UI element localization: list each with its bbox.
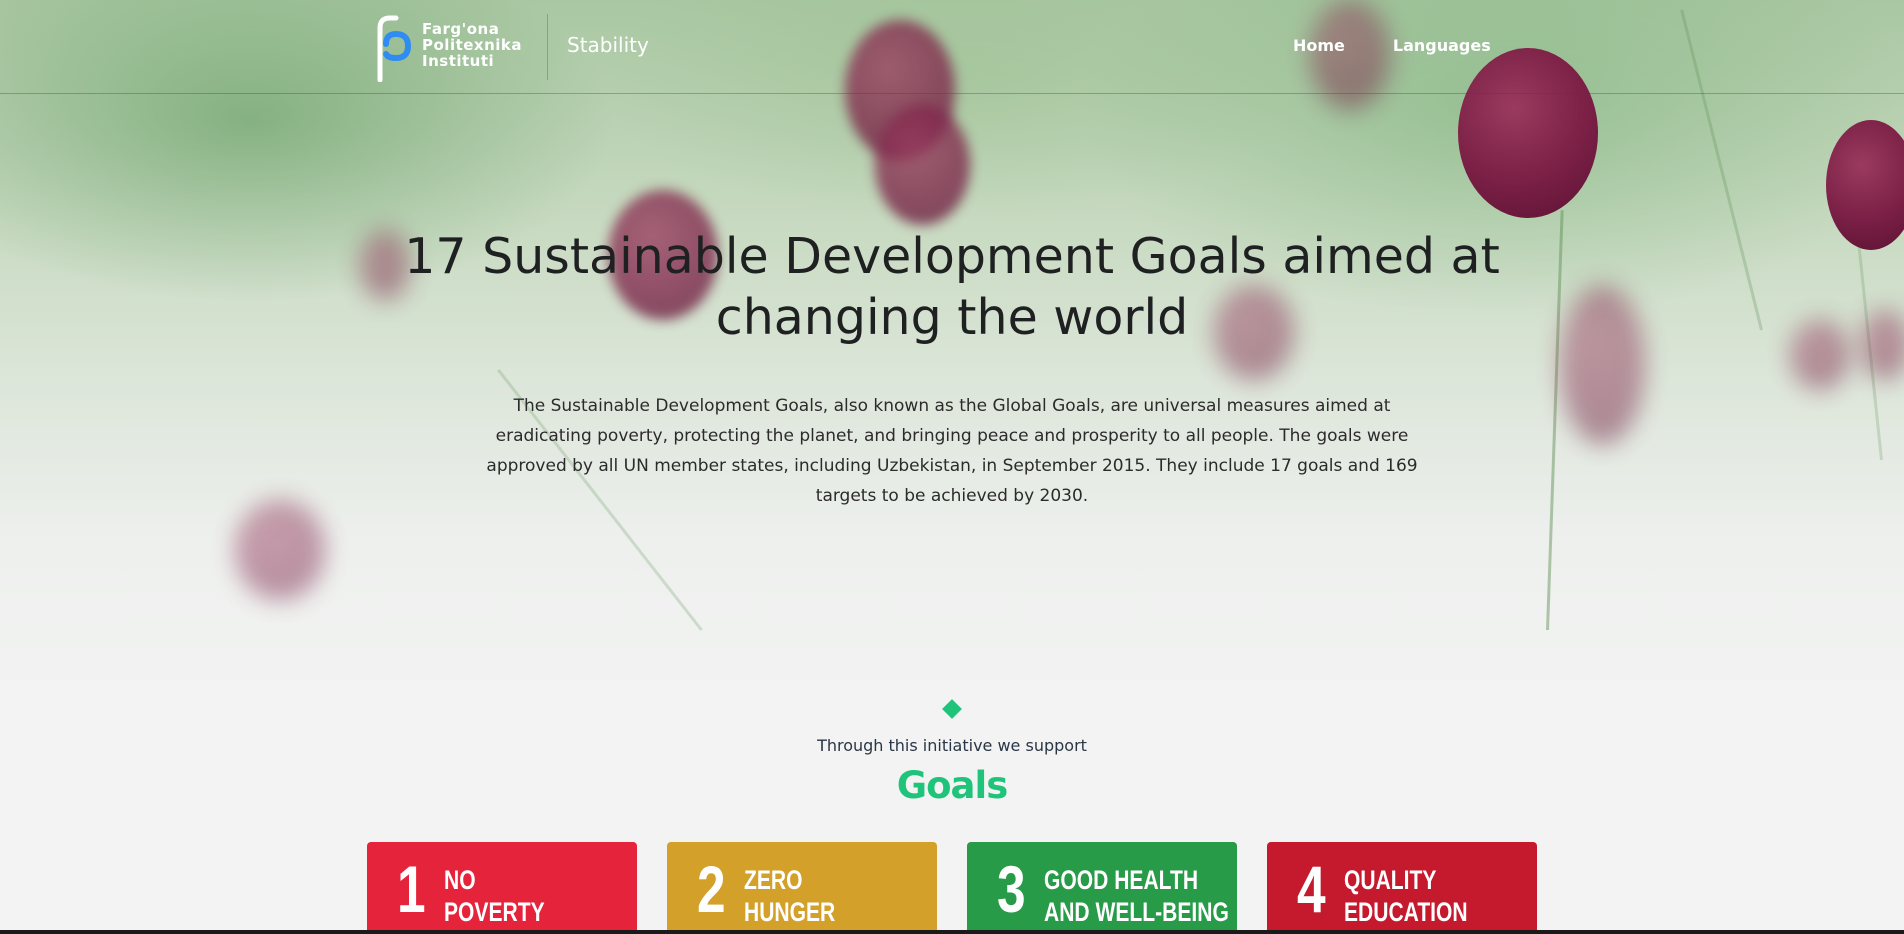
flower-decoration — [1560, 285, 1645, 445]
goal-label-line: GOOD HEALTH — [1044, 865, 1199, 895]
institute-logo[interactable]: Farg'ona Politexnika Instituti — [372, 14, 530, 82]
logo-text: Farg'ona Politexnika Instituti — [422, 21, 522, 69]
flower-decoration — [1826, 120, 1904, 250]
logo-text-line: Farg'ona — [422, 20, 500, 38]
main-nav: Home Languages — [1293, 36, 1539, 55]
goal-number: 4 — [1297, 852, 1326, 926]
goal-card-2[interactable]: 2 ZERO HUNGER — [667, 842, 937, 934]
logo-text-line: Politexnika — [422, 36, 523, 54]
nav-languages-link[interactable]: Languages — [1393, 36, 1491, 55]
goal-card-3[interactable]: 3 GOOD HEALTH AND WELL-BEING — [967, 842, 1237, 934]
goal-label: QUALITY EDUCATION — [1344, 864, 1468, 928]
diamond-icon — [942, 699, 962, 719]
site-header: Farg'ona Politexnika Instituti Stability… — [0, 0, 1904, 94]
goal-label: ZERO HUNGER — [744, 864, 835, 928]
goals-kicker: Through this initiative we support — [817, 736, 1087, 755]
goal-number: 1 — [397, 852, 426, 926]
site-title[interactable]: Stability — [567, 33, 649, 57]
goal-label: GOOD HEALTH AND WELL-BEING — [1044, 864, 1229, 928]
flower-decoration — [875, 105, 970, 225]
page: Farg'ona Politexnika Instituti Stability… — [0, 0, 1904, 934]
goal-label-line: HUNGER — [744, 897, 836, 927]
goal-label-line: EDUCATION — [1344, 897, 1468, 927]
goal-label: NO POVERTY — [444, 864, 545, 928]
logo-text-line: Instituti — [422, 52, 495, 70]
goal-label-line: ZERO — [744, 865, 803, 895]
goals-heading: Goals — [896, 764, 1008, 807]
window-bottom-edge — [0, 930, 1904, 934]
flower-decoration — [1860, 310, 1904, 380]
hero-title: 17 Sustainable Development Goals aimed a… — [404, 228, 1500, 346]
goal-card-1[interactable]: 1 NO POVERTY — [367, 842, 637, 934]
flower-decoration — [235, 500, 325, 600]
header-divider — [547, 14, 548, 80]
nav-home-link[interactable]: Home — [1293, 36, 1345, 55]
flower-decoration — [1790, 320, 1850, 390]
goal-card-4[interactable]: 4 QUALITY EDUCATION — [1267, 842, 1537, 934]
goal-label-line: POVERTY — [444, 897, 545, 927]
goal-number: 2 — [697, 852, 726, 926]
goal-label-line: QUALITY — [1344, 865, 1437, 895]
logo-mark-icon — [377, 15, 412, 82]
goal-label-line: NO — [444, 865, 476, 895]
goal-label-line: AND WELL-BEING — [1044, 897, 1229, 927]
hero-description: The Sustainable Development Goals, also … — [486, 396, 1418, 506]
goal-number: 3 — [997, 852, 1026, 926]
hero-background-image — [0, 0, 1904, 700]
